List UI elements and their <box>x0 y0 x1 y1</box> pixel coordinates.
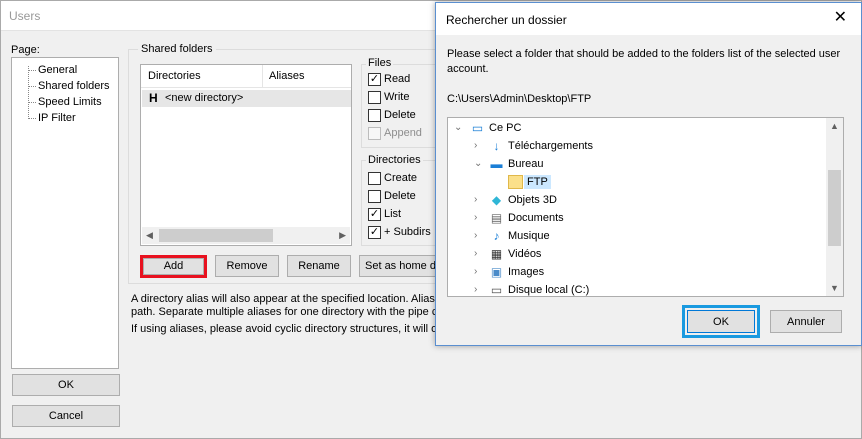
dialog-ok-button[interactable]: OK <box>687 310 755 333</box>
set-home-dir-button[interactable]: Set as home dir <box>359 255 441 277</box>
write-label: Write <box>384 91 410 103</box>
subdirs-label: + Subdirs <box>384 226 431 238</box>
image-icon: ▣ <box>490 265 503 279</box>
desktop-icon: ▬ <box>490 157 503 171</box>
chevron-right-icon[interactable]: › <box>474 248 477 259</box>
selected-path: C:\Users\Admin\Desktop\FTP <box>447 93 592 105</box>
delete-dir-label: Delete <box>384 190 416 202</box>
scroll-up-icon[interactable]: ▲ <box>830 121 839 131</box>
info-text-line-2: path. Separate multiple aliases for one … <box>131 306 450 318</box>
write-checkbox[interactable] <box>368 91 381 104</box>
tree-item-videos[interactable]: › ▦ Vidéos <box>448 246 826 264</box>
tree-item-bureau[interactable]: ⌄ ▬ Bureau <box>448 156 826 174</box>
list-checkbox[interactable]: ✓ <box>368 208 381 221</box>
tree-item-disque-local[interactable]: › ▭ Disque local (C:) <box>448 282 826 300</box>
scrollbar-thumb[interactable] <box>159 229 273 242</box>
read-checkbox[interactable]: ✓ <box>368 73 381 86</box>
page-item-shared-folders[interactable]: Shared folders <box>38 80 110 92</box>
folder-tree[interactable]: ⌄ ▭ Ce PC › ↓ Téléchargements ⌄ ▬ Bureau… <box>447 117 844 297</box>
horizontal-scrollbar[interactable]: ◀ ▶ <box>142 227 350 244</box>
list-label: List <box>384 208 402 220</box>
dialog-cancel-button[interactable]: Annuler <box>770 310 842 333</box>
chevron-right-icon[interactable]: › <box>474 194 477 205</box>
scrollbar-thumb[interactable] <box>828 170 841 246</box>
users-cancel-button[interactable]: Cancel <box>12 405 120 427</box>
subdirs-checkbox[interactable]: ✓ <box>368 226 381 239</box>
directories-group-title: Directories <box>366 154 423 166</box>
info-text-line-3: If using aliases, please avoid cyclic di… <box>131 323 452 335</box>
video-icon: ▦ <box>490 247 503 261</box>
delete-file-label: Delete <box>384 109 416 121</box>
pc-icon: ▭ <box>471 121 484 135</box>
chevron-down-icon[interactable]: ⌄ <box>454 122 462 133</box>
create-label: Create <box>384 172 418 184</box>
dialog-title: Rechercher un dossier <box>446 13 567 27</box>
scroll-down-icon[interactable]: ▼ <box>830 283 839 293</box>
tree-item-telechargements[interactable]: › ↓ Téléchargements <box>448 138 826 156</box>
chevron-right-icon[interactable]: › <box>474 266 477 277</box>
shared-folders-title: Shared folders <box>138 43 216 55</box>
page-item-general[interactable]: General <box>38 64 77 76</box>
create-checkbox[interactable] <box>368 172 381 185</box>
append-checkbox <box>368 127 381 140</box>
vertical-scrollbar[interactable]: ▲ ▼ <box>826 118 843 296</box>
page-item-ip-filter[interactable]: IP Filter <box>38 112 76 124</box>
add-button[interactable]: Add <box>143 258 204 275</box>
page-tree: General Shared folders Speed Limits IP F… <box>11 57 119 369</box>
tree-item-ftp[interactable]: FTP <box>448 174 826 192</box>
append-label: Append <box>384 127 422 139</box>
folder-icon <box>508 175 523 189</box>
remove-button[interactable]: Remove <box>215 255 279 277</box>
drive-icon: ▭ <box>490 283 503 297</box>
table-row[interactable]: H <new directory> <box>142 90 351 107</box>
cube-icon: ◆ <box>491 193 502 207</box>
chevron-right-icon[interactable]: › <box>474 212 477 223</box>
chevron-right-icon[interactable]: › <box>474 284 477 295</box>
scroll-right-icon[interactable]: ▶ <box>339 230 346 241</box>
info-text-line-1: A directory alias will also appear at th… <box>131 293 447 305</box>
column-directories[interactable]: Directories <box>148 70 201 82</box>
folder-browse-dialog: Rechercher un dossier ✕ Please select a … <box>435 2 862 346</box>
dialog-titlebar[interactable]: Rechercher un dossier ✕ <box>436 3 861 35</box>
music-icon: ♪ <box>493 229 500 243</box>
delete-dir-checkbox[interactable] <box>368 190 381 203</box>
download-icon: ↓ <box>493 139 500 153</box>
column-aliases[interactable]: Aliases <box>269 70 304 82</box>
tree-connector <box>28 66 29 119</box>
tree-item-objets-3d[interactable]: › ◆ Objets 3D <box>448 192 826 210</box>
tree-item-images[interactable]: › ▣ Images <box>448 264 826 282</box>
close-icon[interactable]: ✕ <box>834 9 847 27</box>
files-group-title: Files <box>366 57 394 69</box>
document-icon: ▤ <box>490 211 503 225</box>
chevron-down-icon[interactable]: ⌄ <box>474 158 482 169</box>
rename-button[interactable]: Rename <box>287 255 351 277</box>
chevron-right-icon[interactable]: › <box>474 230 477 241</box>
home-dir-icon: H <box>149 91 158 105</box>
page-item-speed-limits[interactable]: Speed Limits <box>38 96 102 108</box>
users-title: Users <box>9 9 41 23</box>
tree-item-documents[interactable]: › ▤ Documents <box>448 210 826 228</box>
tree-item-ce-pc[interactable]: ⌄ ▭ Ce PC <box>448 120 826 138</box>
page-label: Page: <box>11 44 40 56</box>
tree-item-musique[interactable]: › ♪ Musique <box>448 228 826 246</box>
users-ok-button[interactable]: OK <box>12 374 120 396</box>
dialog-prompt: Please select a folder that should be ad… <box>447 48 841 75</box>
directory-cell: <new directory> <box>165 92 244 104</box>
read-label: Read <box>384 73 411 85</box>
scroll-left-icon[interactable]: ◀ <box>146 230 153 241</box>
directories-header: Directories Aliases <box>141 65 351 88</box>
directories-list[interactable]: Directories Aliases H <new directory> ◀ … <box>140 64 352 246</box>
chevron-right-icon[interactable]: › <box>474 140 477 151</box>
delete-file-checkbox[interactable] <box>368 109 381 122</box>
